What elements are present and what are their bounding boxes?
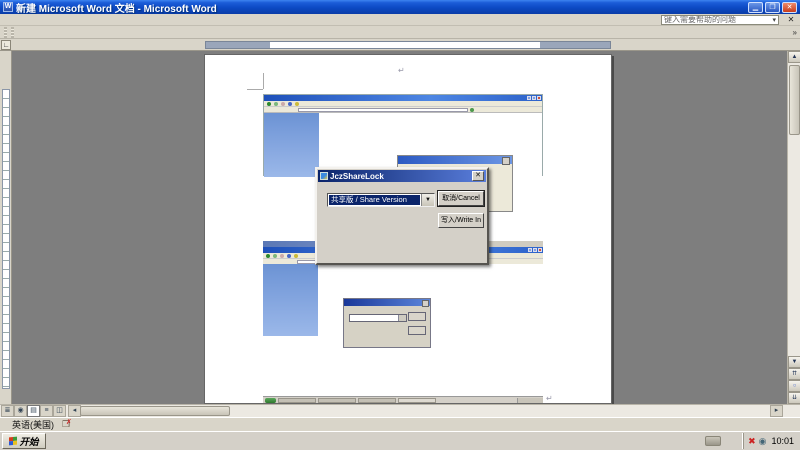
version-dropdown[interactable]: 共享版 / Share Version ▼	[327, 193, 435, 207]
vertical-ruler	[0, 51, 12, 404]
menu-bar: 键入需要帮助的问题 ▾ ✕	[0, 14, 800, 26]
toolbar-grip[interactable]	[11, 27, 14, 38]
spelling-status-icon: ❒	[62, 419, 74, 430]
chevron-down-icon[interactable]: ▼	[421, 194, 434, 206]
scroll-down-icon[interactable]: ▼	[788, 356, 800, 368]
document-close-button[interactable]: ✕	[785, 15, 797, 25]
horizontal-scroll-thumb[interactable]	[80, 406, 230, 416]
vertical-scroll-thumb[interactable]	[789, 65, 800, 135]
print-layout-button[interactable]: ▤	[27, 405, 40, 417]
jczsharelock-icon	[320, 172, 328, 180]
start-label: 开始	[19, 434, 38, 448]
ruler-left-margin	[205, 41, 270, 49]
desktop: W 新建 Microsoft Word 文档 - Microsoft Word …	[0, 0, 800, 450]
status-bar: 英语(美国) ❒	[0, 417, 800, 431]
language-status: 英语(美国)	[12, 418, 54, 431]
button	[408, 312, 426, 321]
help-question-box[interactable]: 键入需要帮助的问题 ▾	[661, 15, 779, 25]
explorer-task-pane	[264, 113, 319, 177]
chevron-down-icon: ▾	[772, 16, 776, 24]
explorer-task-pane	[263, 264, 318, 336]
dialog-titlebar[interactable]: JczShareLock ✕	[318, 170, 486, 182]
select-browse-object-icon[interactable]: ○	[788, 380, 800, 392]
start-button[interactable]: 开始	[2, 433, 46, 449]
word-app-icon: W	[3, 2, 13, 12]
text-boundary-mark	[247, 89, 263, 90]
vertical-scrollbar[interactable]: ▲ ▼ ⇈ ○ ⇊	[787, 51, 800, 404]
embedded-screenshot-desktop-bottom	[263, 241, 543, 403]
previous-page-icon[interactable]: ⇈	[788, 368, 800, 380]
cancel-button[interactable]: 取消/Cancel	[438, 191, 484, 206]
dialog-close-icon[interactable]: ✕	[472, 171, 484, 181]
normal-view-button[interactable]: ≣	[1, 405, 14, 417]
tab-selector[interactable]: ∟	[1, 40, 11, 50]
taskbar: 开始 ✖ ◉ 10:01	[0, 431, 800, 450]
next-page-icon[interactable]: ⇊	[788, 392, 800, 404]
dialog-title: JczShareLock	[330, 172, 384, 181]
minimize-button[interactable]: ▁	[748, 2, 763, 13]
ruler-right-margin	[540, 41, 611, 49]
dropdown	[349, 314, 407, 322]
outline-view-button[interactable]: ≡	[40, 405, 53, 417]
jczsharelock-dialog[interactable]: JczShareLock ✕ 共享版 / Share Version ▼ 取消/…	[315, 167, 489, 265]
help-question-placeholder: 键入需要帮助的问题	[664, 15, 736, 25]
ruler-text-area	[270, 41, 540, 49]
dialog-titlebar	[344, 299, 430, 306]
reading-layout-button[interactable]: ◫	[53, 405, 66, 417]
scroll-right-icon[interactable]: ▸	[770, 405, 783, 417]
scroll-up-icon[interactable]: ▲	[788, 51, 800, 63]
toolbars: »	[0, 26, 800, 39]
embedded-sharelock-dialog	[343, 298, 431, 348]
text-boundary-mark	[263, 73, 264, 89]
muted-sound-icon[interactable]: ✖	[748, 436, 756, 446]
horizontal-ruler: ∟	[0, 39, 800, 51]
version-dropdown-value: 共享版 / Share Version	[329, 195, 420, 205]
write-in-button[interactable]: 写入/Write In	[438, 213, 484, 228]
embedded-taskbar	[263, 396, 543, 403]
toolbar-options-icon[interactable]: »	[790, 28, 800, 37]
close-button[interactable]: ✕	[782, 2, 797, 13]
paragraph-mark: ↵	[398, 67, 405, 75]
windows-flag-icon	[9, 437, 17, 446]
window-title: 新建 Microsoft Word 文档 - Microsoft Word	[16, 0, 217, 15]
horizontal-scrollbar-row: ≣ ◉ ▤ ≡ ◫ ◂ ▸	[0, 404, 800, 417]
taskbar-clock: 10:01	[771, 436, 794, 446]
dialog-titlebar	[398, 156, 512, 164]
paragraph-mark: ↵	[546, 395, 553, 403]
restore-button[interactable]: ❐	[765, 2, 780, 13]
system-tray: ✖ ◉ 10:01	[743, 433, 798, 449]
word-titlebar[interactable]: W 新建 Microsoft Word 文档 - Microsoft Word …	[0, 0, 800, 14]
toolbar-grip[interactable]	[4, 27, 7, 38]
printer-icon[interactable]	[705, 436, 721, 446]
tray-app-icon[interactable]: ◉	[759, 436, 767, 446]
web-layout-button[interactable]: ◉	[14, 405, 27, 417]
button	[408, 326, 426, 335]
